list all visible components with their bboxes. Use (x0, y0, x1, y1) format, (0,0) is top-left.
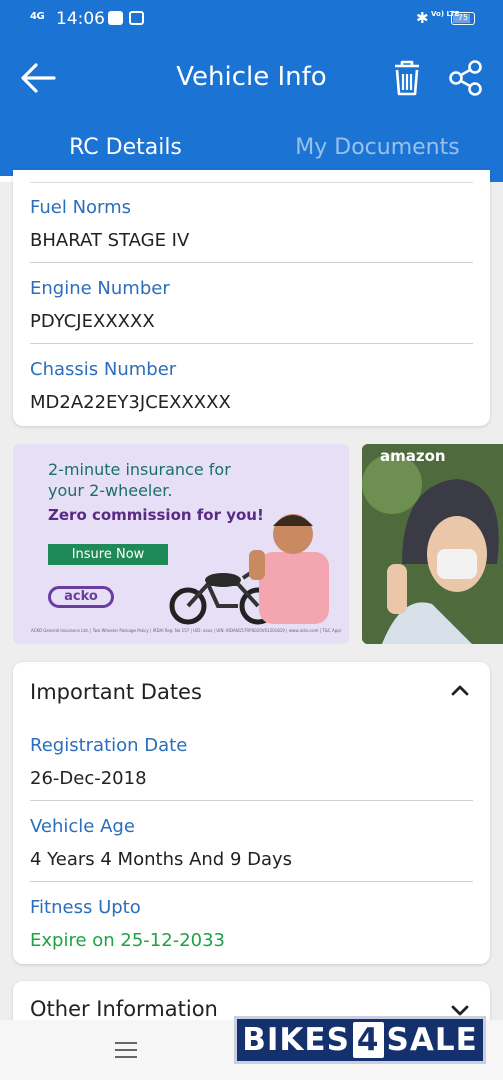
tab-rc-details[interactable]: RC Details (0, 135, 251, 167)
divider (30, 182, 473, 183)
network-indicator: 4G (30, 11, 45, 22)
ad-fine-print: ACKO General Insurance Ltd. | Two Wheele… (31, 628, 341, 633)
amazon-logo: amazon (380, 447, 446, 465)
important-dates-card: Important Dates Registration Date 26-Dec… (13, 662, 490, 964)
ad-text: 2-minute insurance for your 2-wheeler. (48, 460, 231, 500)
engine-number-field: Engine Number PDYCJEXXXXX (30, 278, 473, 335)
ad-headline: Zero commission for you! (48, 506, 264, 524)
tab-my-documents[interactable]: My Documents (252, 135, 503, 167)
divider (30, 262, 473, 263)
app-header: 4G 14:06 ✱ Vo) LTE 75 Vehicle Info RC De… (0, 0, 503, 182)
acko-logo: acko (48, 586, 114, 608)
chassis-number-field: Chassis Number MD2A22EY3JCEXXXXX (30, 359, 473, 416)
field-value: PDYCJEXXXXX (30, 311, 155, 332)
page-title: Vehicle Info (176, 62, 327, 92)
share-icon[interactable] (446, 58, 486, 98)
field-label: Vehicle Age (30, 816, 135, 837)
registration-date-field: Registration Date 26-Dec-2018 (30, 735, 473, 792)
battery-indicator: 75 (451, 12, 475, 25)
field-label: Chassis Number (30, 359, 177, 380)
vehicle-age-field: Vehicle Age 4 Years 4 Months And 9 Days (30, 816, 473, 873)
field-value: BHARAT STAGE IV (30, 230, 190, 251)
section-title: Important Dates (30, 680, 202, 704)
status-time: 14:06 (56, 9, 105, 29)
field-value: MD2A22EY3JCEXXXXX (30, 392, 231, 413)
field-value: Expire on 25-12-2033 (30, 930, 226, 951)
field-label: Fitness Upto (30, 897, 141, 918)
field-label: Registration Date (30, 735, 188, 756)
acko-ad-banner[interactable]: 2-minute insurance for your 2-wheeler. Z… (13, 444, 349, 644)
divider (30, 800, 473, 801)
notification-icon (108, 11, 123, 25)
watermark-logo: BIKES 4 SALE (234, 1016, 486, 1064)
chevron-up-icon[interactable] (450, 682, 470, 698)
notification-icon (129, 11, 144, 25)
insure-now-button[interactable]: Insure Now (48, 544, 168, 565)
rc-details-card: Fuel Norms BHARAT STAGE IV Engine Number… (13, 170, 490, 426)
amazon-ad-banner[interactable]: amazon (362, 444, 503, 644)
menu-icon[interactable] (114, 1041, 138, 1059)
field-value: 26-Dec-2018 (30, 768, 147, 789)
field-label: Engine Number (30, 278, 170, 299)
divider (30, 343, 473, 344)
fuel-norms-field: Fuel Norms BHARAT STAGE IV (30, 197, 473, 254)
field-label: Fuel Norms (30, 197, 132, 218)
bluetooth-icon: ✱ (416, 9, 429, 27)
field-value: 4 Years 4 Months And 9 Days (30, 849, 293, 870)
trash-icon[interactable] (390, 58, 424, 98)
helmet-photo (362, 444, 503, 644)
fitness-upto-field: Fitness Upto Expire on 25-12-2033 (30, 897, 473, 954)
divider (30, 881, 473, 882)
section-title: Other Information (30, 997, 218, 1021)
status-bar: 4G 14:06 ✱ Vo) LTE 75 (0, 0, 503, 40)
person-image (249, 514, 329, 624)
